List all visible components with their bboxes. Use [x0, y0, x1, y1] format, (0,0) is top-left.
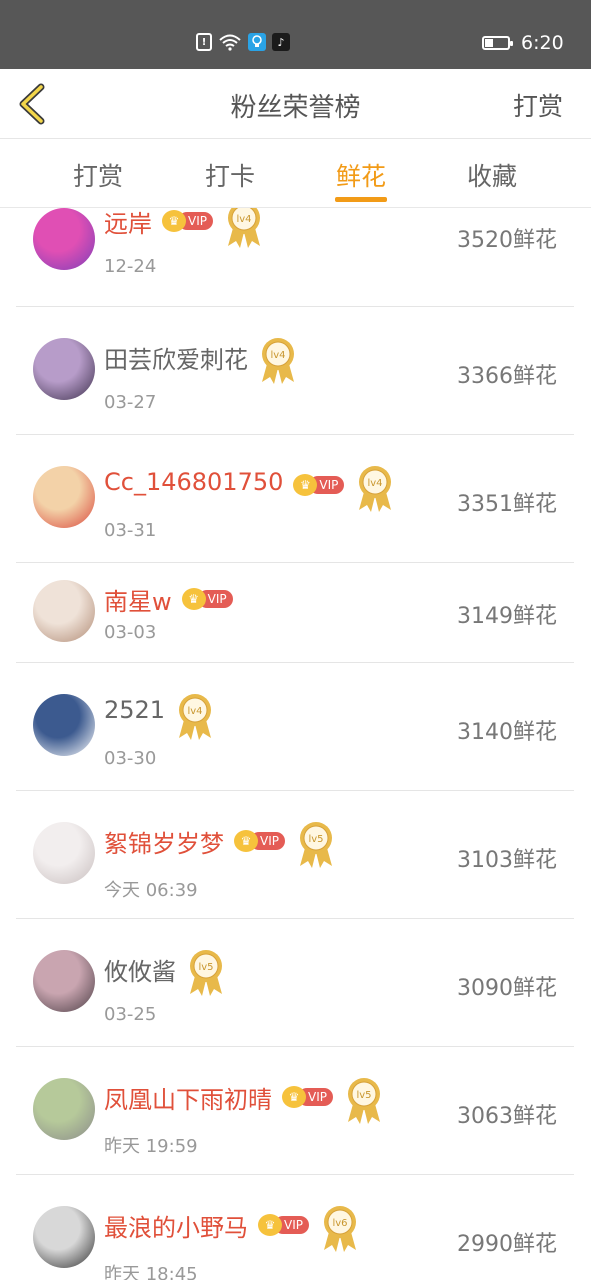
fan-ranking-list: 远岸 ♛ VIP lv4 12-24 3520鲜花田芸欣爱刺花 lv4 03-27 33…	[0, 208, 591, 1280]
avatar[interactable]	[33, 338, 95, 400]
list-item[interactable]: Cc_146801750 ♛ VIP lv4 03-31 3351鲜花	[16, 434, 574, 563]
wifi-icon	[218, 33, 242, 51]
svg-text:lv4: lv4	[368, 478, 383, 489]
nav-header: 粉丝荣誉榜 打赏	[0, 69, 591, 139]
svg-text:lv4: lv4	[188, 706, 203, 717]
gift-date: 03-30	[104, 748, 157, 769]
user-name[interactable]: Cc_146801750	[104, 468, 283, 496]
svg-text:lv5: lv5	[198, 962, 213, 973]
list-item[interactable]: 2521 lv4 03-30 3140鲜花	[16, 662, 574, 791]
tab-favorites[interactable]: 收藏	[452, 157, 532, 193]
battery-icon	[482, 36, 513, 50]
crown-icon: ♛	[233, 830, 258, 852]
user-name[interactable]: 攸攸酱	[104, 952, 176, 987]
list-item[interactable]: 南星w ♛ VIP 03-03 3149鲜花	[16, 562, 574, 663]
gift-date: 昨天 19:59	[104, 1136, 198, 1157]
avatar[interactable]	[33, 694, 95, 756]
level-medal-icon: lv4	[258, 336, 298, 386]
gift-date: 12-24	[104, 256, 157, 277]
flower-count: 2990鲜花	[457, 1232, 557, 1257]
level-medal-icon: lv5	[296, 820, 336, 870]
avatar[interactable]	[33, 1206, 95, 1268]
list-item[interactable]: 凤凰山下雨初晴 ♛ VIP lv5 昨天 19:59 3063鲜花	[16, 1046, 574, 1175]
flower-count: 3103鲜花	[457, 848, 557, 873]
battery-level	[485, 39, 493, 47]
user-name[interactable]: 凤凰山下雨初晴	[104, 1080, 272, 1115]
status-icons: ! ♪	[196, 33, 290, 51]
active-tab-indicator	[335, 197, 387, 202]
tab-checkin[interactable]: 打卡	[190, 157, 270, 193]
crown-icon: ♛	[181, 588, 206, 610]
page-title: 粉丝荣誉榜	[230, 93, 361, 123]
gift-date: 03-27	[104, 392, 157, 413]
user-name[interactable]: 最浪的小野马	[104, 1208, 248, 1243]
avatar[interactable]	[33, 950, 95, 1012]
vip-badge: ♛ VIP	[233, 830, 285, 852]
list-item[interactable]: 攸攸酱 lv5 03-25 3090鲜花	[16, 918, 574, 1047]
list-item[interactable]: 絮锦岁岁梦 ♛ VIP lv5 今天 06:39 3103鲜花	[16, 790, 574, 919]
level-medal-icon: lv5	[186, 948, 226, 998]
avatar[interactable]	[33, 208, 95, 270]
user-name[interactable]: 田芸欣爱刺花	[104, 340, 248, 375]
flower-count: 3149鲜花	[457, 604, 557, 629]
list-item[interactable]: 最浪的小野马 ♛ VIP lv6 昨天 18:45 2990鲜花	[16, 1174, 574, 1280]
user-name[interactable]: 2521	[104, 696, 165, 724]
level-medal-icon: lv4	[355, 464, 395, 514]
flower-count: 3351鲜花	[457, 492, 557, 517]
gift-date: 03-31	[104, 520, 157, 541]
flower-count: 3063鲜花	[457, 1104, 557, 1129]
svg-text:lv5: lv5	[356, 1090, 371, 1101]
svg-text:lv6: lv6	[332, 1218, 347, 1229]
vip-badge: ♛ VIP	[293, 474, 345, 496]
flower-count: 3366鲜花	[457, 364, 557, 389]
svg-text:lv5: lv5	[308, 834, 323, 845]
level-medal-icon: lv4	[175, 692, 215, 742]
list-item[interactable]: 田芸欣爱刺花 lv4 03-27 3366鲜花	[16, 306, 574, 435]
svg-text:lv4: lv4	[236, 214, 251, 225]
crown-icon: ♛	[161, 210, 186, 232]
lightbulb-app-icon	[248, 33, 266, 51]
status-bar: ! ♪ 6:20	[0, 0, 591, 69]
avatar[interactable]	[33, 1078, 95, 1140]
level-medal-icon: lv5	[344, 1076, 384, 1126]
user-name[interactable]: 絮锦岁岁梦	[104, 824, 224, 859]
avatar[interactable]	[33, 822, 95, 884]
tab-bar: 打赏 打卡 鲜花 收藏	[0, 139, 591, 208]
vip-badge: ♛ VIP	[257, 1214, 309, 1236]
reward-button[interactable]: 打赏	[513, 87, 563, 123]
flower-count: 3520鲜花	[457, 228, 557, 253]
tiktok-icon: ♪	[272, 33, 290, 51]
avatar[interactable]	[33, 580, 95, 642]
gift-date: 03-25	[104, 1004, 157, 1025]
tab-reward[interactable]: 打赏	[58, 157, 138, 193]
vip-badge: ♛ VIP	[181, 588, 233, 610]
gift-date: 今天 06:39	[104, 880, 198, 901]
svg-text:lv4: lv4	[270, 350, 285, 361]
crown-icon: ♛	[281, 1086, 306, 1108]
level-medal-icon: lv4	[224, 208, 264, 250]
vip-badge: ♛ VIP	[161, 210, 213, 232]
gift-date: 昨天 18:45	[104, 1264, 198, 1280]
list-item[interactable]: 远岸 ♛ VIP lv4 12-24 3520鲜花	[16, 208, 574, 307]
vip-badge: ♛ VIP	[281, 1086, 333, 1108]
alert-icon: !	[196, 33, 212, 51]
avatar[interactable]	[33, 466, 95, 528]
tab-flowers[interactable]: 鲜花	[321, 157, 401, 193]
user-name[interactable]: 远岸	[104, 208, 152, 239]
status-time: 6:20	[521, 32, 564, 54]
flower-count: 3140鲜花	[457, 720, 557, 745]
crown-icon: ♛	[257, 1214, 282, 1236]
level-medal-icon: lv6	[320, 1204, 360, 1254]
gift-date: 03-03	[104, 622, 157, 643]
user-name[interactable]: 南星w	[104, 582, 172, 617]
flower-count: 3090鲜花	[457, 976, 557, 1001]
